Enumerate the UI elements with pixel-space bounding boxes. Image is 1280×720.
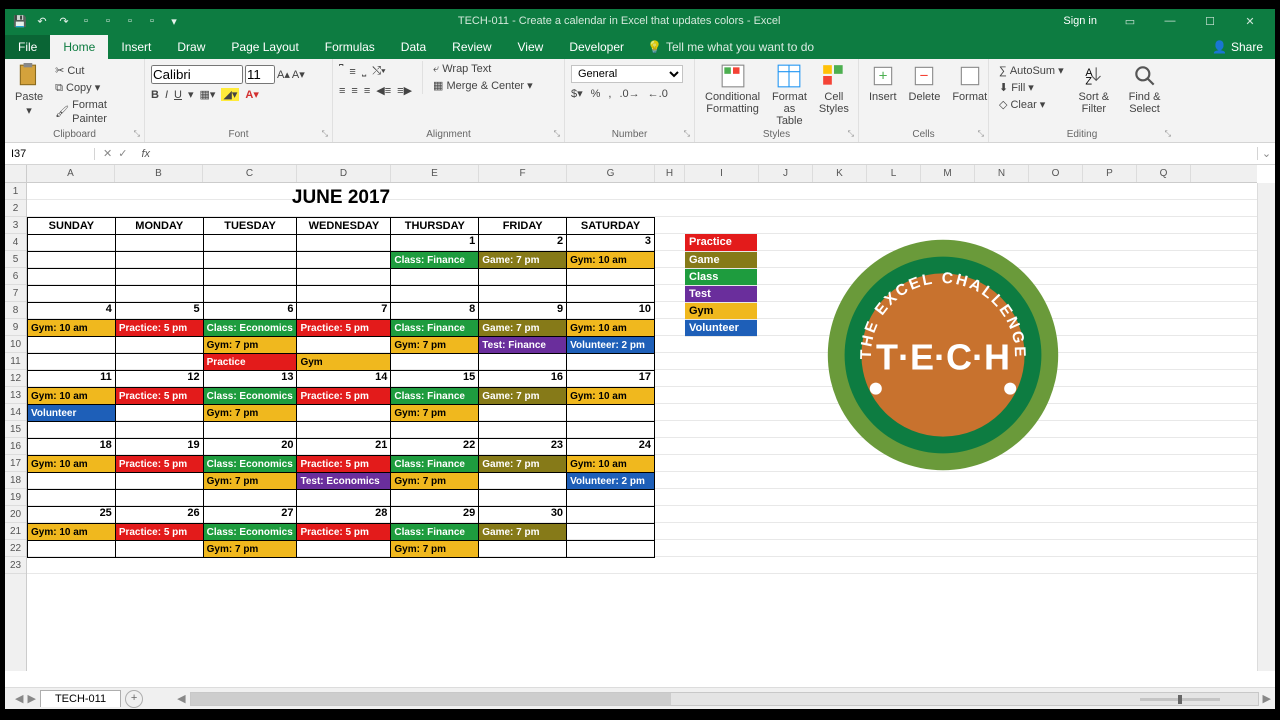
column-headers[interactable]: ABCDEFGHIJKLMNOPQ — [27, 165, 1257, 183]
find-select-button[interactable]: Find & Select — [1120, 61, 1169, 117]
vertical-scrollbar[interactable] — [1257, 183, 1275, 671]
cells-area[interactable]: JUNE 2017 SUNDAYMONDAYTUESDAYWEDNESDAYTHU… — [27, 183, 1257, 671]
undo-icon[interactable]: ↶ — [35, 14, 49, 28]
close-icon[interactable]: ✕ — [1231, 15, 1269, 28]
name-box[interactable]: I37 — [5, 148, 95, 160]
svg-text:+: + — [878, 67, 887, 84]
row-headers[interactable]: 1234567891011121314151617181920212223 — [5, 183, 27, 671]
align-top-icon[interactable]: ⎴ — [339, 65, 343, 78]
sheet-tab[interactable]: TECH-011 — [40, 690, 121, 707]
percent-icon[interactable]: % — [591, 88, 601, 100]
copy-button[interactable]: ⧉ Copy ▾ — [51, 80, 138, 96]
format-as-table-button[interactable]: Format as Table — [768, 61, 811, 129]
redo-icon[interactable]: ↷ — [57, 14, 71, 28]
signin-link[interactable]: Sign in — [1049, 15, 1111, 27]
ribbon-options-icon[interactable]: ▭ — [1111, 15, 1149, 28]
fill-button[interactable]: ⬇ Fill ▾ — [995, 80, 1068, 96]
tab-file[interactable]: File — [5, 35, 50, 59]
qat-icon[interactable]: ▫ — [145, 14, 159, 28]
decrease-font-icon[interactable]: A▾ — [292, 68, 305, 81]
tab-home[interactable]: Home — [50, 35, 108, 59]
font-name[interactable] — [151, 65, 243, 84]
align-left-icon[interactable]: ≡ — [339, 85, 345, 97]
cut-button[interactable]: ✂ Cut — [51, 63, 138, 79]
border-button[interactable]: ▦▾ — [200, 88, 216, 101]
tab-developer[interactable]: Developer — [556, 35, 637, 59]
comma-icon[interactable]: , — [608, 88, 611, 100]
cell-styles-button[interactable]: Cell Styles — [815, 61, 853, 117]
select-all-corner[interactable] — [5, 165, 27, 183]
titlebar: 💾 ↶ ↷ ▫ ▫ ▫ ▫ ▾ TECH-011 - Create a cale… — [5, 9, 1275, 33]
align-bottom-icon[interactable]: ⎵ — [362, 65, 366, 78]
accept-formula-icon[interactable]: ✓ — [118, 147, 127, 160]
tab-draw[interactable]: Draw — [164, 35, 218, 59]
svg-text:Z: Z — [1085, 76, 1092, 88]
inc-decimal-icon[interactable]: .0→ — [619, 88, 639, 100]
font-size[interactable] — [245, 65, 275, 84]
qat-more-icon[interactable]: ▾ — [167, 14, 181, 28]
number-format[interactable]: General — [571, 65, 683, 83]
zoom-slider[interactable] — [1140, 698, 1220, 701]
category-legend: PracticeGameClassTestGymVolunteer — [685, 234, 757, 337]
tab-view[interactable]: View — [505, 35, 557, 59]
tab-data[interactable]: Data — [388, 35, 439, 59]
minimize-icon[interactable]: — — [1151, 15, 1189, 28]
sheet-nav-next-icon[interactable]: ▶ — [27, 692, 35, 705]
tab-formulas[interactable]: Formulas — [312, 35, 388, 59]
calendar-grid[interactable]: SUNDAYMONDAYTUESDAYWEDNESDAYTHURSDAYFRID… — [27, 217, 655, 558]
bold-button[interactable]: B — [151, 89, 159, 101]
fx-icon[interactable]: fx — [135, 148, 156, 160]
increase-font-icon[interactable]: A▴ — [277, 68, 290, 81]
expand-formula-icon[interactable]: ⌄ — [1257, 147, 1275, 160]
indent-dec-icon[interactable]: ◀≡ — [376, 84, 391, 97]
horizontal-scrollbar[interactable]: ◀ ▶ — [173, 688, 1275, 709]
svg-text:T·E·C·H: T·E·C·H — [876, 336, 1010, 377]
align-right-icon[interactable]: ≡ — [364, 85, 370, 97]
tech-logo: THE EXCEL CHALLENGET·E·C·H — [823, 235, 1063, 478]
save-icon[interactable]: 💾 — [13, 14, 27, 28]
ribbon: Paste▾ ✂ Cut ⧉ Copy ▾ 🖌 Format Painter C… — [5, 59, 1275, 143]
clear-button[interactable]: ◇ Clear ▾ — [995, 97, 1068, 113]
orientation-icon[interactable]: ⤭▾ — [372, 65, 385, 78]
underline-button[interactable]: U — [174, 89, 182, 101]
merge-center-button[interactable]: ▦ Merge & Center ▾ — [429, 78, 537, 94]
conditional-formatting-button[interactable]: Conditional Formatting — [701, 61, 764, 117]
paste-button[interactable]: Paste▾ — [11, 61, 47, 119]
insert-cells-button[interactable]: +Insert — [865, 61, 901, 105]
tab-review[interactable]: Review — [439, 35, 504, 59]
italic-button[interactable]: I — [165, 89, 168, 101]
window-title: TECH-011 - Create a calendar in Excel th… — [189, 15, 1049, 27]
cancel-formula-icon[interactable]: ✕ — [103, 147, 112, 160]
fill-color-button[interactable]: ◢▾ — [221, 88, 239, 101]
sheet-nav-prev-icon[interactable]: ◀ — [15, 692, 23, 705]
align-middle-icon[interactable]: ≡ — [349, 66, 355, 78]
qat-icon[interactable]: ▫ — [123, 14, 137, 28]
font-color-button[interactable]: A▾ — [245, 88, 258, 101]
calendar-title: JUNE 2017 — [27, 187, 655, 209]
indent-inc-icon[interactable]: ≡▶ — [397, 84, 412, 97]
tab-insert[interactable]: Insert — [108, 35, 164, 59]
dec-decimal-icon[interactable]: ←.0 — [648, 88, 668, 100]
qat-icon[interactable]: ▫ — [79, 14, 93, 28]
autosum-button[interactable]: ∑ AutoSum ▾ — [995, 63, 1068, 79]
tell-me[interactable]: 💡 Tell me what you want to do — [637, 35, 824, 59]
share-button[interactable]: 👤 Share — [1200, 35, 1275, 59]
tab-pagelayout[interactable]: Page Layout — [218, 35, 311, 59]
align-center-icon[interactable]: ≡ — [351, 85, 357, 97]
add-sheet-button[interactable]: + — [125, 690, 143, 708]
sort-filter-button[interactable]: AZSort & Filter — [1072, 61, 1116, 117]
ribbon-tabs: File Home Insert Draw Page Layout Formul… — [5, 33, 1275, 59]
qat-icon[interactable]: ▫ — [101, 14, 115, 28]
delete-cells-button[interactable]: −Delete — [905, 61, 945, 105]
maximize-icon[interactable]: ☐ — [1191, 15, 1229, 28]
format-cells-button[interactable]: Format — [948, 61, 991, 105]
svg-text:−: − — [920, 67, 929, 84]
formula-bar: I37 ✕ ✓ fx ⌄ — [5, 143, 1275, 165]
format-painter-button[interactable]: 🖌 Format Painter — [51, 97, 138, 127]
currency-icon[interactable]: $▾ — [571, 87, 583, 100]
wrap-text-button[interactable]: ⤶ Wrap Text — [429, 61, 537, 77]
